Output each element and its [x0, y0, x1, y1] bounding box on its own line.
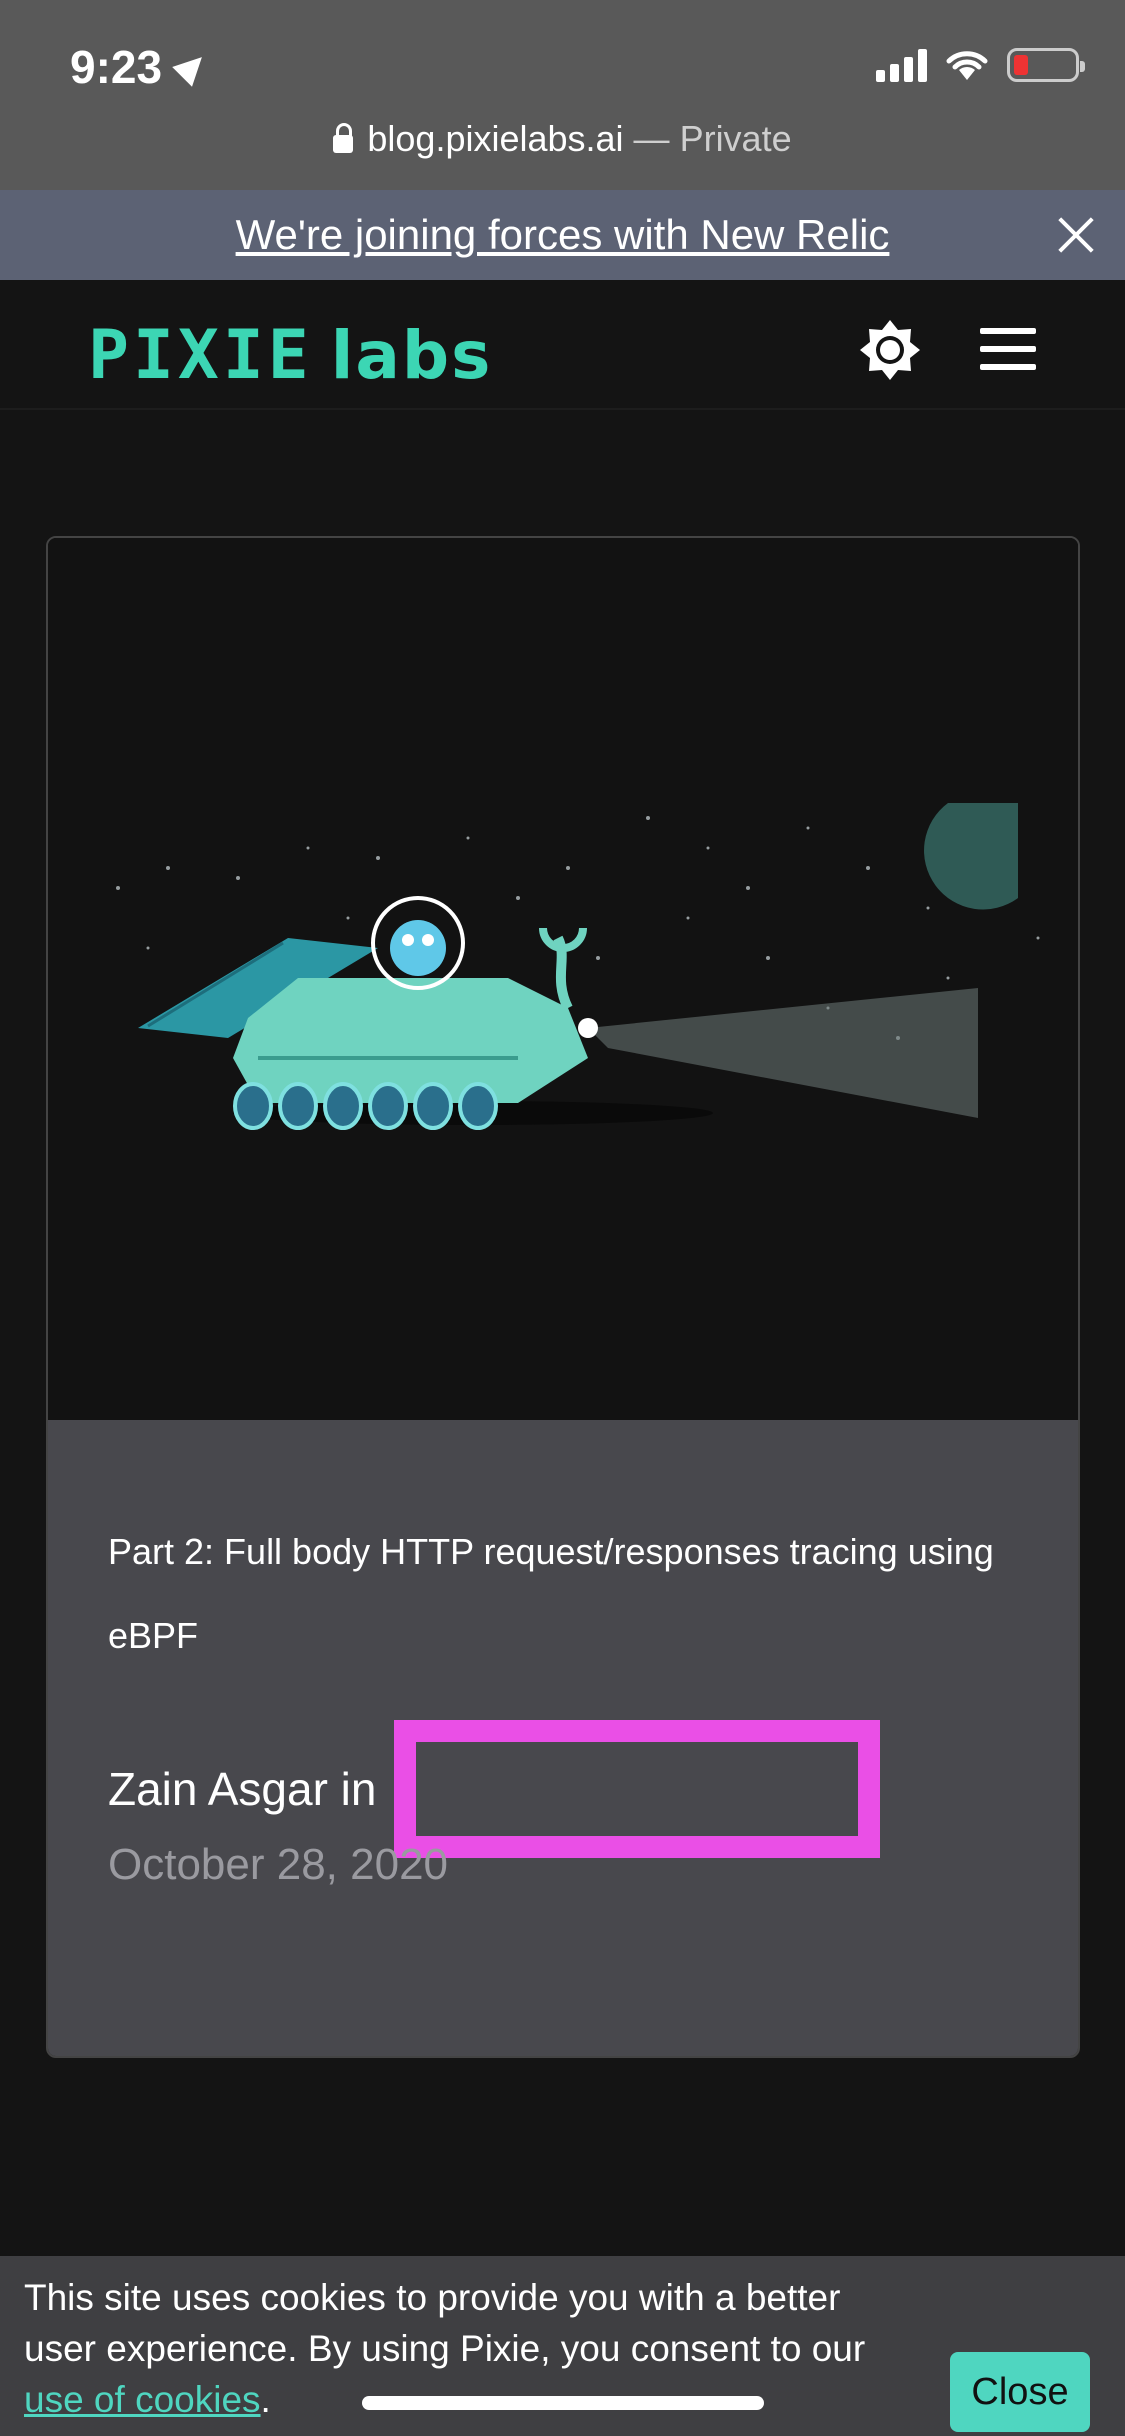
lock-icon: [333, 123, 354, 153]
wifi-icon: [946, 51, 988, 80]
cookie-text-after: .: [260, 2379, 271, 2420]
post-date: October 28, 2020: [108, 1840, 449, 1889]
status-and-url-bar: 9:23 blog.pixielabs.ai — Private: [0, 0, 1125, 190]
post-card-body: Part 2: Full body HTTP request/responses…: [48, 1420, 1078, 2056]
post-hero-image: [48, 538, 1078, 1420]
address-bar[interactable]: blog.pixielabs.ai — Private: [0, 118, 1125, 160]
close-icon[interactable]: [1051, 210, 1101, 260]
post-card[interactable]: Part 2: Full body HTTP request/responses…: [46, 536, 1080, 2058]
post-title[interactable]: Part 2: Full body HTTP request/responses…: [108, 1510, 1038, 1678]
status-time-text: 9:23: [70, 41, 163, 93]
announcement-link[interactable]: We're joining forces with New Relic: [236, 211, 890, 259]
post-byline: Zain Asgar in: [108, 1720, 881, 1858]
battery-icon: [1007, 48, 1085, 82]
home-indicator[interactable]: [362, 2396, 764, 2410]
cookie-text-before: This site uses cookies to provide you wi…: [24, 2277, 866, 2369]
status-icons: [876, 48, 1085, 82]
status-time: 9:23: [70, 40, 212, 94]
logo-main: PIXIE: [88, 316, 313, 395]
post-author: Zain Asgar in: [108, 1763, 377, 1815]
url-separator: —: [623, 118, 680, 159]
cellular-signal-icon: [876, 48, 927, 82]
cookie-close-button[interactable]: Close: [950, 2352, 1090, 2432]
private-label: Private: [679, 118, 792, 159]
site-header: PIXIE labs: [0, 280, 1125, 410]
pixie-labs-logo[interactable]: PIXIE labs: [88, 316, 492, 395]
location-arrow-icon: [172, 47, 212, 87]
cookie-policy-link[interactable]: use of cookies: [24, 2379, 261, 2420]
publication-highlight-box[interactable]: [394, 1720, 881, 1858]
theme-toggle-sun-icon[interactable]: [858, 318, 922, 382]
hamburger-menu-icon[interactable]: [980, 328, 1036, 370]
announcement-banner: We're joining forces with New Relic: [0, 190, 1125, 280]
url-domain: blog.pixielabs.ai: [367, 118, 624, 159]
logo-sub: labs: [330, 317, 493, 394]
